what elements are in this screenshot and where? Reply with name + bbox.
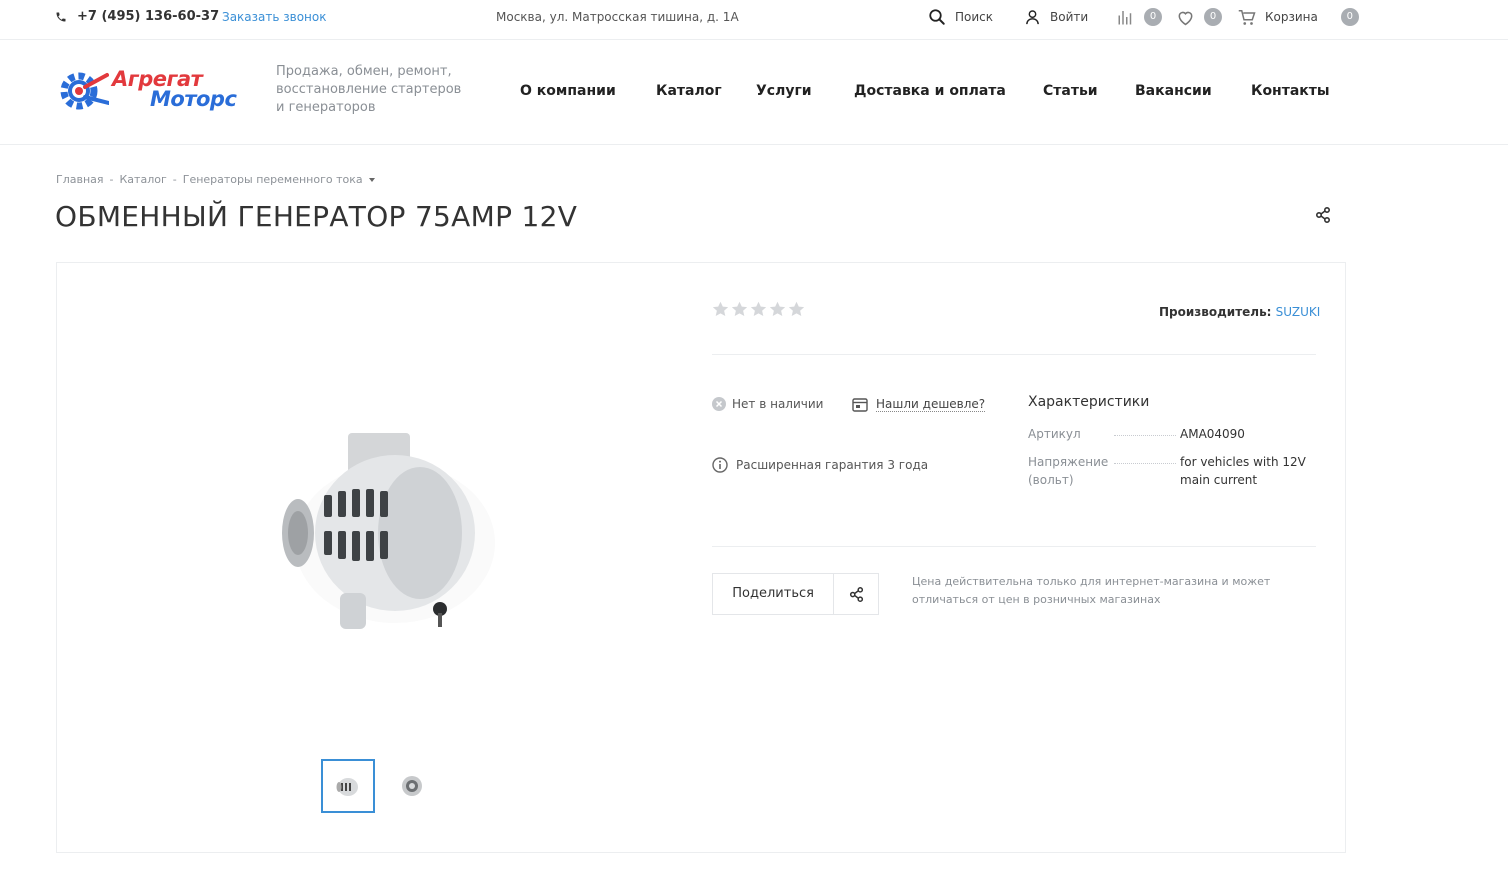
phone-icon <box>56 12 66 21</box>
manufacturer-link[interactable]: SUZUKI <box>1276 305 1321 319</box>
rating-stars[interactable] <box>712 301 805 317</box>
availability-status: Нет в наличии <box>712 397 823 411</box>
star-icon[interactable] <box>750 301 767 317</box>
nav-item-vacancies[interactable]: Вакансии <box>1135 83 1212 99</box>
availability-text: Нет в наличии <box>732 397 824 411</box>
manufacturer: Производитель: SUZUKI <box>1159 305 1320 319</box>
divider <box>712 546 1316 547</box>
info-icon <box>712 457 728 473</box>
phone-number[interactable]: +7 (495) 136-60-37 <box>77 9 219 24</box>
cart-label: Корзина <box>1265 10 1318 24</box>
specs-title: Характеристики <box>1028 394 1150 410</box>
user-icon <box>1026 10 1039 25</box>
search-label: Поиск <box>955 10 994 24</box>
spec-name: Напряжение (вольт) <box>1028 455 1109 487</box>
spec-leader <box>1114 453 1176 464</box>
cart-button[interactable]: Корзина 0 <box>1238 8 1359 26</box>
share-button-icon-wrap <box>834 586 878 602</box>
breadcrumb-category[interactable]: Генераторы переменного тока <box>183 173 363 186</box>
heart-icon <box>1178 11 1193 25</box>
search-button[interactable]: Поиск <box>928 8 993 26</box>
top-bar: +7 (495) 136-60-37 Заказать звонок Москв… <box>0 0 1508 40</box>
spec-value: AMA04090 <box>1180 427 1245 441</box>
compare-button[interactable]: 0 <box>1117 8 1162 26</box>
breadcrumb-home[interactable]: Главная <box>56 173 104 186</box>
found-cheaper-text[interactable]: Нашли дешевле? <box>876 397 986 412</box>
star-icon[interactable] <box>769 301 786 317</box>
phone-block[interactable]: +7 (495) 136-60-37 <box>55 9 219 24</box>
star-icon[interactable] <box>712 301 729 317</box>
warranty-text: Расширенная гарантия 3 года <box>736 458 929 472</box>
nav-item-contacts[interactable]: Контакты <box>1251 83 1330 99</box>
breadcrumb-catalog[interactable]: Каталог <box>120 173 167 186</box>
nav-item-about[interactable]: О компании <box>520 83 616 99</box>
star-icon[interactable] <box>731 301 748 317</box>
nav-item-articles[interactable]: Статьи <box>1043 83 1098 99</box>
nav-item-services[interactable]: Услуги <box>756 83 812 99</box>
spec-name: Артикул <box>1028 427 1081 441</box>
thumbnail-image <box>336 778 358 796</box>
compare-count-badge: 0 <box>1144 8 1162 26</box>
favorites-count-badge: 0 <box>1204 8 1222 26</box>
breadcrumb: Главная - Каталог - Генераторы переменно… <box>56 173 375 186</box>
product-image[interactable] <box>280 423 510 633</box>
cart-count-badge: 0 <box>1340 8 1359 26</box>
logo-text-bottom: Моторс <box>150 87 237 111</box>
share-button-label: Поделиться <box>713 574 835 614</box>
nav-item-delivery[interactable]: Доставка и оплата <box>854 83 1006 99</box>
share-button[interactable]: Поделиться <box>712 573 879 615</box>
nav-item-catalog[interactable]: Каталог <box>656 83 722 99</box>
spec-row: Напряжение (вольт) for vehicles with 12V… <box>1028 453 1316 489</box>
warranty-info: Расширенная гарантия 3 года <box>712 457 928 473</box>
spec-leader <box>1114 425 1176 436</box>
callback-link[interactable]: Заказать звонок <box>222 10 327 24</box>
share-icon <box>1315 206 1331 224</box>
product-thumbnail-1[interactable] <box>321 759 375 813</box>
site-logo[interactable]: Агрегат Моторс <box>55 67 250 115</box>
breadcrumb-separator: - <box>172 173 177 186</box>
breadcrumb-separator: - <box>109 173 114 186</box>
price-tag-icon <box>852 398 868 412</box>
login-label: Войти <box>1050 10 1089 24</box>
compare-icon <box>1118 11 1132 25</box>
page-title: ОБМЕННЫЙ ГЕНЕРАТОР 75AMP 12V <box>55 200 578 233</box>
thumbnail-image <box>402 776 422 796</box>
search-icon <box>929 9 945 25</box>
site-header: Агрегат Моторс Продажа, обмен, ремонт, в… <box>0 40 1508 145</box>
gear-logo-icon <box>60 72 109 110</box>
store-address: Москва, ул. Матросская тишина, д. 1А <box>496 10 739 24</box>
favorites-button[interactable]: 0 <box>1176 8 1222 26</box>
price-note: Цена действительна только для интернет-м… <box>912 575 1271 606</box>
spec-value: for vehicles with 12V main current <box>1180 455 1306 487</box>
spec-row: Артикул AMA04090 <box>1028 425 1316 443</box>
page-share-button[interactable] <box>1315 206 1331 227</box>
caret-down-icon[interactable] <box>368 177 375 182</box>
found-cheaper-link[interactable]: Нашли дешевле? <box>852 397 986 412</box>
site-tagline: Продажа, обмен, ремонт, восстановление с… <box>276 64 462 115</box>
cart-icon <box>1238 9 1256 25</box>
login-button[interactable]: Войти <box>1024 8 1088 26</box>
unavailable-icon <box>712 397 726 411</box>
product-thumbnail-2[interactable] <box>385 759 439 813</box>
share-icon <box>849 586 863 602</box>
manufacturer-label: Производитель: <box>1159 305 1272 319</box>
star-icon[interactable] <box>788 301 805 317</box>
divider <box>712 354 1316 355</box>
product-card: Производитель: SUZUKI Нет в наличии Нашл… <box>56 262 1346 853</box>
